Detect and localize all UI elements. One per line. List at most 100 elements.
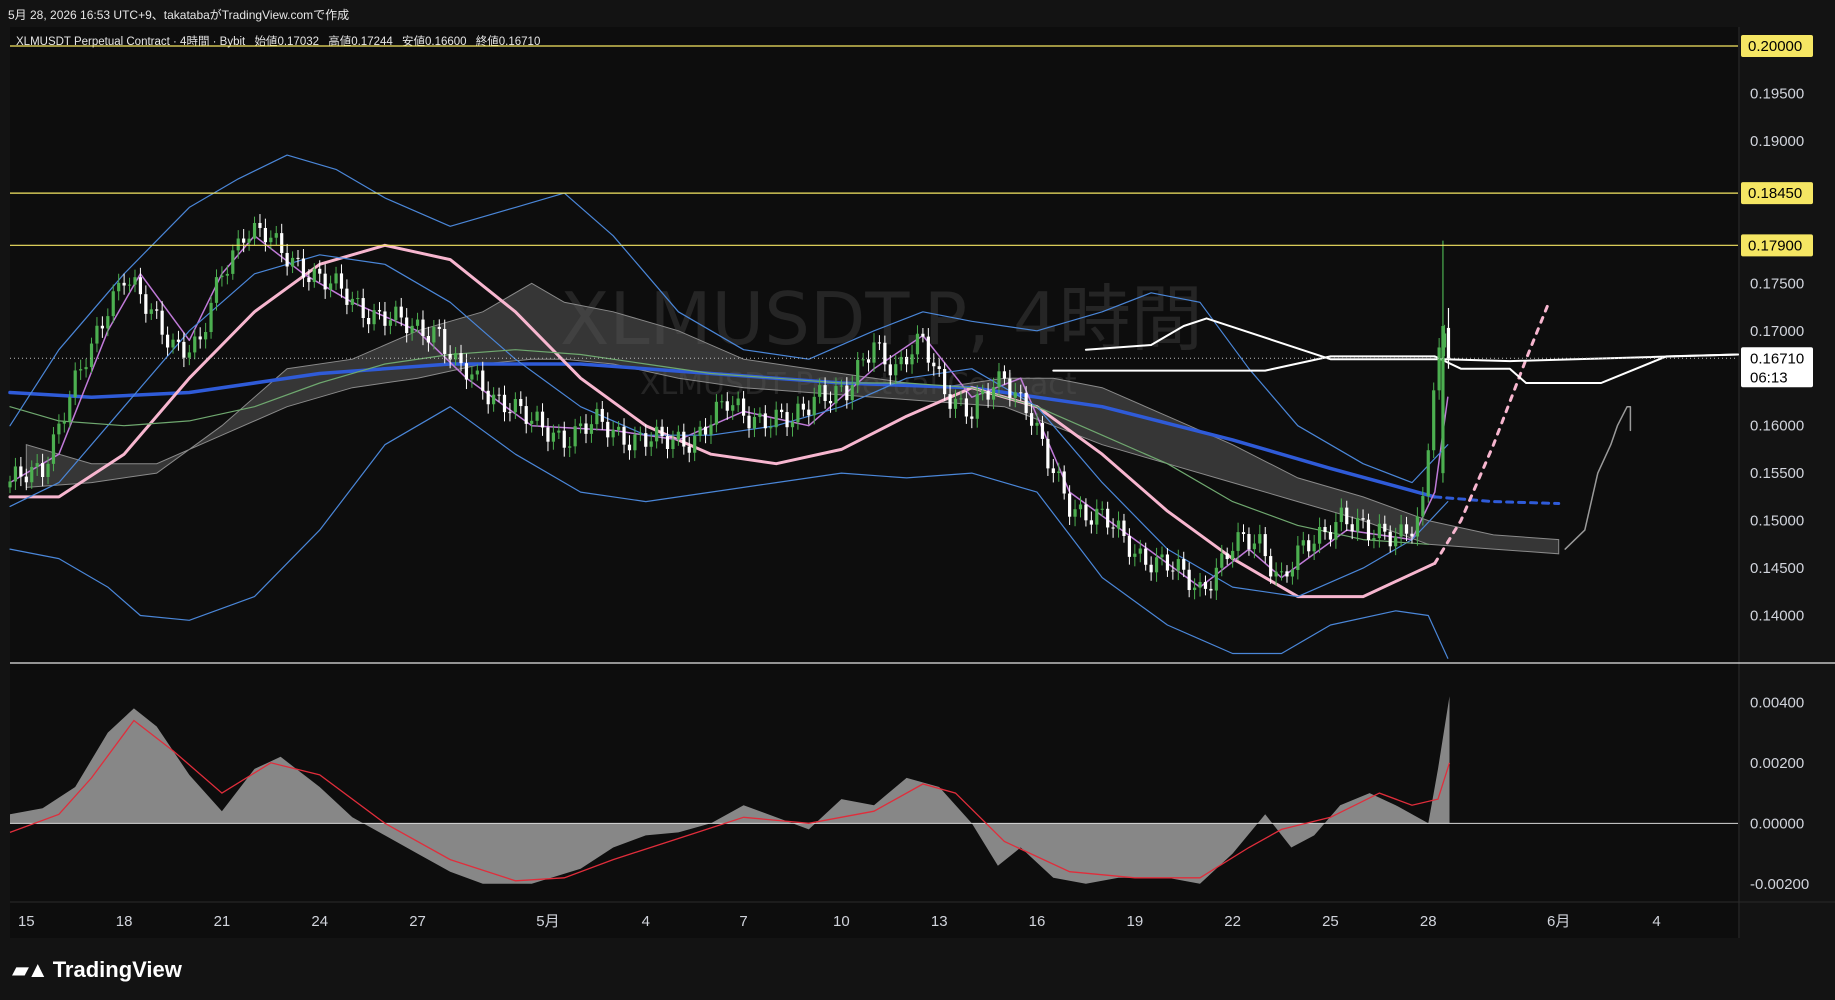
candle-body bbox=[84, 367, 88, 370]
candle-body bbox=[1013, 392, 1017, 398]
candle-body bbox=[655, 426, 659, 442]
candle-body bbox=[1144, 548, 1148, 565]
candle-body bbox=[1410, 533, 1414, 537]
candle-body bbox=[372, 310, 376, 325]
candle-body bbox=[149, 309, 153, 314]
candle-body bbox=[1312, 543, 1316, 552]
candle-body bbox=[1182, 559, 1186, 570]
candle-body bbox=[959, 398, 963, 400]
candle-body bbox=[394, 306, 398, 321]
candle-body bbox=[997, 371, 1001, 388]
candle-body bbox=[214, 277, 219, 303]
candle-body bbox=[877, 342, 882, 344]
time-tick-label: 6月 bbox=[1547, 913, 1570, 930]
candle-body bbox=[1122, 520, 1126, 536]
tradingview-logo-icon: ▰▲ bbox=[12, 957, 49, 982]
candle-body bbox=[1198, 581, 1202, 588]
candle-body bbox=[280, 233, 284, 253]
candle-body bbox=[399, 306, 403, 318]
candle-body bbox=[1171, 570, 1175, 572]
candle-body bbox=[622, 426, 626, 445]
candle-body bbox=[1426, 450, 1430, 497]
candle-body bbox=[617, 426, 621, 430]
time-tick-label: 22 bbox=[1224, 913, 1241, 930]
candle-body bbox=[578, 423, 583, 427]
macd-tick-label: 0.00400 bbox=[1750, 694, 1804, 711]
candle-body bbox=[318, 268, 322, 274]
candle-body bbox=[1404, 524, 1409, 534]
candle-body bbox=[421, 319, 425, 337]
candle-body bbox=[1068, 493, 1072, 517]
candle-body bbox=[1372, 538, 1376, 541]
candle-body bbox=[1051, 468, 1055, 474]
candle-body bbox=[953, 398, 958, 409]
candle-body bbox=[182, 341, 186, 358]
chart-canvas[interactable]: XLMUSDT.P, 4時間 XLMUSDT Perpetual Contrac… bbox=[0, 0, 1835, 1000]
candle-body bbox=[231, 250, 235, 274]
candle-body bbox=[693, 435, 697, 453]
candle-body bbox=[443, 328, 447, 354]
candle-body bbox=[1236, 532, 1240, 551]
candle-body bbox=[1366, 519, 1371, 541]
candle-body bbox=[535, 411, 539, 421]
candle-body bbox=[769, 427, 773, 429]
candle-body bbox=[8, 481, 12, 488]
candle-body bbox=[68, 397, 72, 422]
candle-body bbox=[1356, 518, 1360, 532]
candle-body bbox=[649, 441, 653, 447]
candle-body bbox=[160, 310, 164, 335]
candle-body bbox=[1350, 524, 1354, 532]
candle-body bbox=[986, 390, 990, 400]
candle-body bbox=[176, 339, 181, 342]
candle-body bbox=[758, 413, 762, 417]
candle-body bbox=[894, 364, 898, 376]
candle-body bbox=[323, 273, 327, 290]
candle-body bbox=[236, 238, 240, 251]
candle-body bbox=[1269, 556, 1273, 577]
candle-body bbox=[818, 385, 822, 397]
candle-body bbox=[1019, 392, 1023, 394]
candle-body bbox=[1154, 557, 1159, 573]
candle-body bbox=[540, 411, 545, 428]
candle-body bbox=[589, 424, 594, 434]
candle-body bbox=[41, 463, 45, 477]
candle-body bbox=[1328, 532, 1333, 540]
candle-body bbox=[62, 421, 66, 424]
candle-body bbox=[937, 366, 941, 370]
macd-tick-label: 0.00200 bbox=[1750, 755, 1804, 772]
candle-body bbox=[274, 233, 278, 238]
candle-body bbox=[1089, 520, 1093, 525]
candle-body bbox=[1279, 571, 1284, 573]
candle-body bbox=[747, 415, 751, 429]
candle-body bbox=[209, 302, 213, 333]
candle-body bbox=[546, 427, 550, 442]
candle-body bbox=[1437, 347, 1441, 391]
tradingview-logo[interactable]: ▰▲ TradingView bbox=[12, 957, 182, 983]
candle-body bbox=[720, 401, 724, 403]
candle-body bbox=[329, 283, 333, 290]
candle-body bbox=[790, 422, 795, 428]
candle-body bbox=[1446, 327, 1451, 359]
candle-body bbox=[204, 332, 208, 340]
candle-body bbox=[198, 336, 202, 340]
candle-body bbox=[1176, 559, 1180, 571]
candle-body bbox=[1127, 535, 1131, 557]
candle-body bbox=[1258, 534, 1262, 544]
candle-body bbox=[741, 398, 746, 416]
candle-body bbox=[921, 333, 925, 337]
candle-body bbox=[981, 390, 985, 395]
candle-body bbox=[30, 466, 34, 483]
time-tick-label: 24 bbox=[311, 913, 328, 930]
candle-body bbox=[508, 412, 512, 414]
candle-body bbox=[866, 359, 871, 363]
time-tick-label: 5月 bbox=[536, 913, 559, 930]
candle-body bbox=[1214, 567, 1218, 591]
candle-body bbox=[383, 311, 387, 326]
candle-body bbox=[345, 288, 349, 305]
price-tick-label: 0.14500 bbox=[1750, 560, 1804, 577]
candle-body bbox=[524, 406, 528, 424]
candle-body bbox=[1133, 553, 1137, 557]
candle-body bbox=[1361, 518, 1365, 520]
candle-body bbox=[964, 398, 968, 417]
candle-body bbox=[122, 282, 126, 286]
